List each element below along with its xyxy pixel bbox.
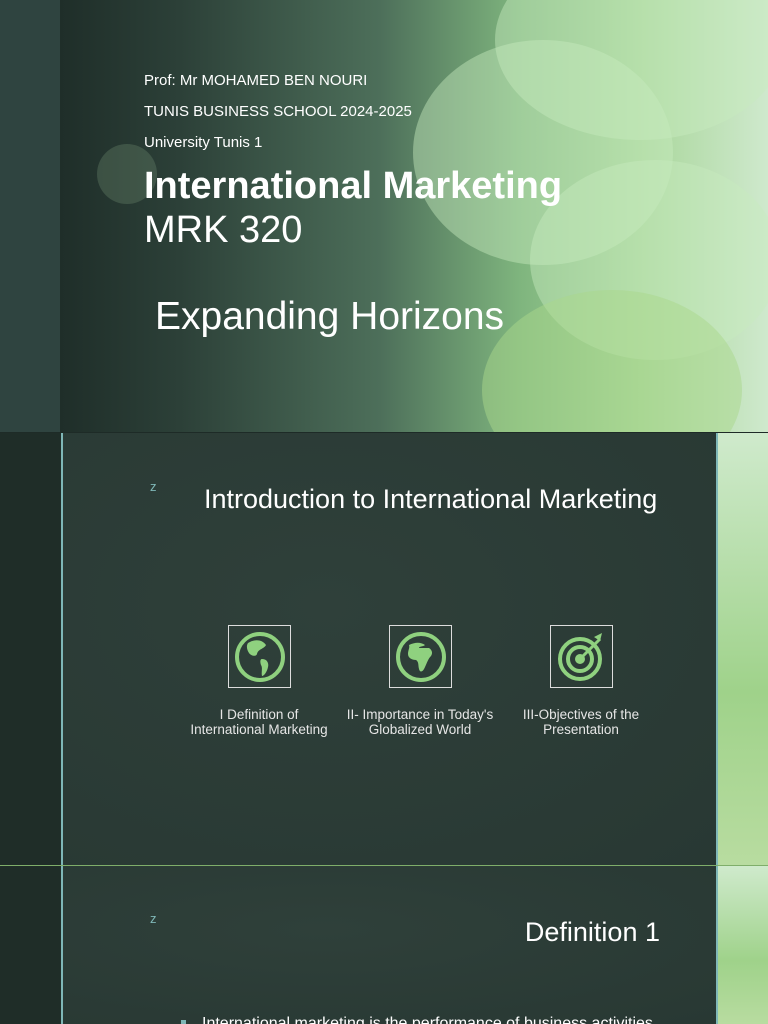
school-name: TUNIS BUSINESS SCHOOL 2024-2025 (144, 103, 412, 120)
intro-item-label: II- Importance in Today's Globalized Wor… (346, 707, 494, 737)
globe-americas-icon (228, 625, 291, 688)
intro-slide: z Introduction to International Marketin… (0, 433, 768, 865)
definition-text: International marketing is the performan… (202, 1015, 653, 1024)
definition-slide: z Definition 1 International marketing i… (0, 866, 768, 1024)
slide-marker: z (150, 911, 157, 926)
slide-title: Definition 1 (524, 917, 660, 947)
presentation-title: International Marketing (144, 165, 563, 207)
intro-item-label: I Definition of International Marketing (190, 707, 328, 737)
slide-marker: z (150, 479, 157, 494)
title-slide: Prof: Mr MOHAMED BEN NOURI TUNIS BUSINES… (0, 0, 768, 432)
target-icon (550, 625, 613, 688)
bullet-icon (181, 1020, 186, 1024)
course-code: MRK 320 (144, 209, 303, 251)
university-name: University Tunis 1 (144, 134, 263, 151)
globe-africa-icon (389, 625, 452, 688)
professor-name: Prof: Mr MOHAMED BEN NOURI (144, 72, 368, 89)
slide-title: Introduction to International Marketing (204, 484, 658, 514)
intro-item-label: III-Objectives of the Presentation (522, 707, 640, 737)
presentation-subtitle: Expanding Horizons (155, 295, 505, 338)
